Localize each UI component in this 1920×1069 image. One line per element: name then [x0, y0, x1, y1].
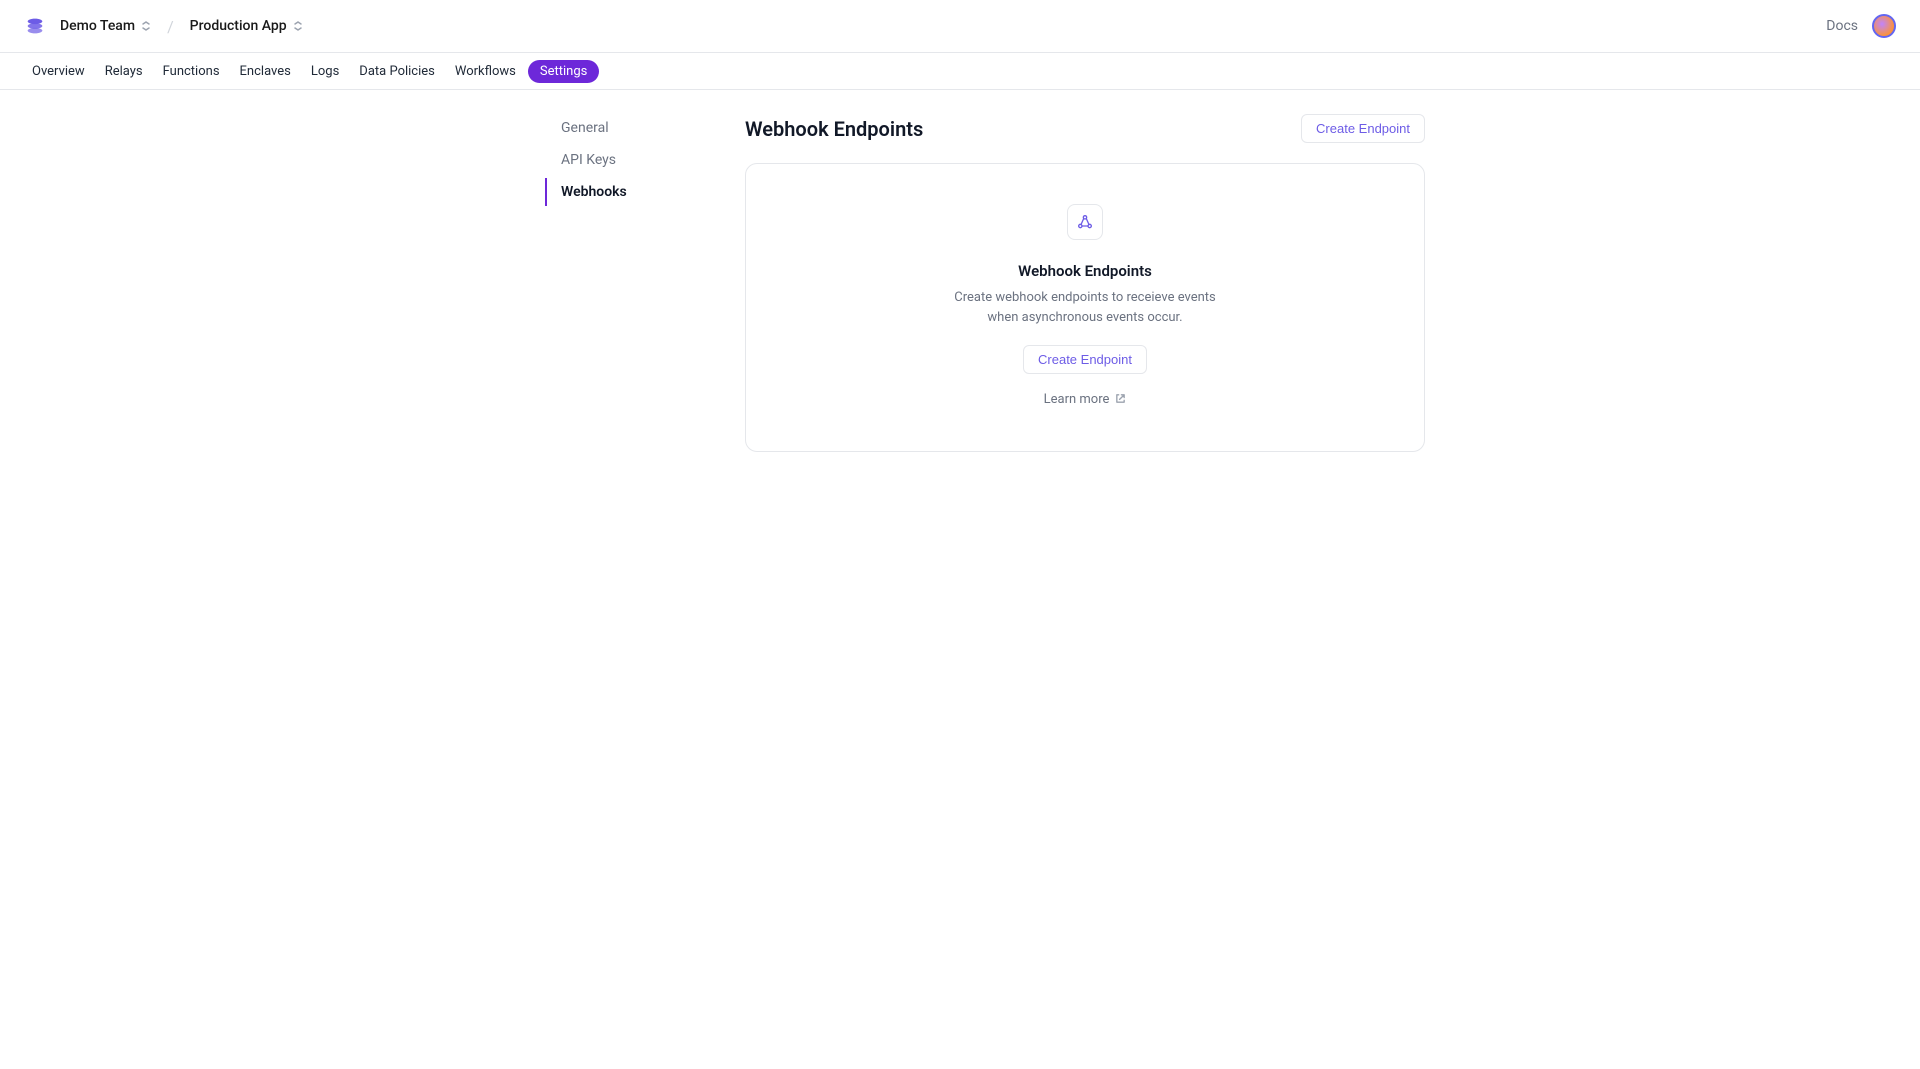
nav-overview[interactable]: Overview [24, 60, 93, 83]
avatar[interactable] [1872, 14, 1896, 38]
logo-icon[interactable] [24, 15, 46, 37]
content-wrap: General API Keys Webhooks Webhook Endpoi… [545, 114, 1425, 452]
nav-relays[interactable]: Relays [97, 60, 151, 83]
team-selector[interactable]: Demo Team [60, 18, 151, 34]
sidebar-item-api-keys[interactable]: API Keys [545, 146, 705, 174]
app-selector[interactable]: Production App [190, 18, 303, 34]
navbar: Overview Relays Functions Enclaves Logs … [0, 53, 1920, 90]
empty-state-card: Webhook Endpoints Create webhook endpoin… [745, 163, 1425, 452]
page-content: Webhook Endpoints Create Endpoint Webhoo… [745, 114, 1425, 452]
empty-create-endpoint-button[interactable]: Create Endpoint [1023, 345, 1147, 374]
empty-state-title: Webhook Endpoints [1018, 262, 1152, 280]
sidebar-item-general[interactable]: General [545, 114, 705, 142]
chevron-updown-icon [141, 20, 151, 32]
main: General API Keys Webhooks Webhook Endpoi… [0, 90, 1920, 452]
sidebar-item-webhooks[interactable]: Webhooks [545, 178, 705, 206]
nav-workflows[interactable]: Workflows [447, 60, 524, 83]
webhook-icon [1067, 204, 1103, 240]
team-name: Demo Team [60, 18, 135, 34]
breadcrumb-separator: / [167, 17, 174, 36]
app-name: Production App [190, 18, 287, 34]
nav-settings[interactable]: Settings [528, 60, 599, 83]
settings-sidebar: General API Keys Webhooks [545, 114, 705, 452]
page-title: Webhook Endpoints [745, 117, 923, 141]
learn-more-link[interactable]: Learn more [1044, 392, 1127, 407]
nav-enclaves[interactable]: Enclaves [232, 60, 299, 83]
topbar-left: Demo Team / Production App [24, 15, 303, 37]
nav-functions[interactable]: Functions [155, 60, 228, 83]
chevron-updown-icon [293, 20, 303, 32]
nav-logs[interactable]: Logs [303, 60, 347, 83]
docs-link[interactable]: Docs [1826, 18, 1858, 34]
create-endpoint-button[interactable]: Create Endpoint [1301, 114, 1425, 143]
external-link-icon [1115, 393, 1126, 407]
empty-state-description: Create webhook endpoints to receieve eve… [940, 288, 1230, 327]
topbar: Demo Team / Production App Docs [0, 0, 1920, 53]
nav-data-policies[interactable]: Data Policies [351, 60, 443, 83]
page-header: Webhook Endpoints Create Endpoint [745, 114, 1425, 143]
topbar-right: Docs [1826, 14, 1896, 38]
learn-more-label: Learn more [1044, 392, 1110, 407]
